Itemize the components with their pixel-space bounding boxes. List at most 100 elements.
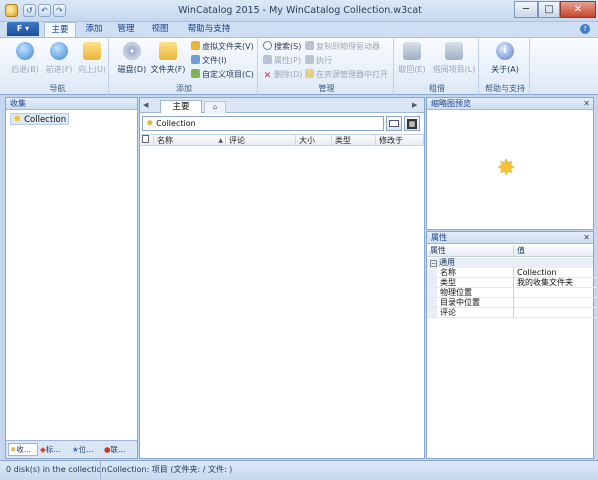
back-quick-icon[interactable]: ↶ xyxy=(38,4,51,17)
forward-button[interactable]: 前进(F) xyxy=(44,42,74,75)
tree-item-label: Collection xyxy=(24,115,67,125)
back-button[interactable]: 后退(B) xyxy=(10,42,40,75)
properties-pane-header: 属性 ✕ xyxy=(427,232,593,244)
search-button[interactable]: 搜索(S) xyxy=(263,41,301,53)
add-custom-item-button[interactable]: 自定义项目(C) xyxy=(191,69,254,81)
tab-main-view[interactable]: 主要 xyxy=(160,100,202,113)
sort-asc-icon: ▲ xyxy=(218,137,223,144)
column-size[interactable]: 大小 xyxy=(296,135,332,146)
nav-group-label: 导航 xyxy=(49,84,66,93)
execute-icon xyxy=(305,55,314,64)
view-mode-button[interactable] xyxy=(386,116,402,131)
about-button[interactable]: i 关于(A) xyxy=(486,42,524,75)
custom-item-icon xyxy=(191,69,200,78)
column-modified[interactable]: 修改于 xyxy=(376,135,424,146)
virtual-folder-label: 虚拟文件夹(V) xyxy=(202,42,254,51)
open-in-explorer-button[interactable]: 在资源管理器中打开 xyxy=(305,69,388,81)
file-icon xyxy=(191,55,200,64)
help-icon[interactable]: ? xyxy=(580,24,590,34)
file-label: 文件(I) xyxy=(202,56,227,65)
property-row[interactable]: 目录中位置 xyxy=(427,298,597,308)
property-row[interactable]: 评论 xyxy=(427,308,597,318)
property-name: 名称 xyxy=(440,268,456,277)
tab-contacts[interactable]: ●联... xyxy=(104,444,136,456)
undo-icon[interactable]: ↺ xyxy=(23,4,36,17)
new-tab-button[interactable]: ⌂ xyxy=(204,101,226,113)
column-type[interactable]: 类型 xyxy=(332,135,376,146)
add-file-button[interactable]: 文件(I) xyxy=(191,55,227,67)
delete-icon: ✕ xyxy=(263,71,272,81)
disk-icon xyxy=(123,42,141,60)
lend-item-label: 借阅项目(L) xyxy=(432,65,476,74)
properties-button[interactable]: 属性(P) xyxy=(263,55,301,67)
column-header: 名称 ▲ 评论 大小 类型 修改于 xyxy=(140,134,424,146)
open-in-explorer-label: 在资源管理器中打开 xyxy=(316,70,388,79)
thumbnail-toggle-button[interactable]: ▦ xyxy=(404,116,420,131)
property-value: Collection xyxy=(513,268,557,278)
property-name: 物理位置 xyxy=(440,288,472,297)
status-bar: 0 disk(s) in the collection Collection: … xyxy=(0,460,598,480)
tab-tags[interactable]: ◆标... xyxy=(40,444,70,456)
column-comment[interactable]: 评论 xyxy=(226,135,296,146)
property-value xyxy=(513,288,517,298)
properties-label: 属性(P) xyxy=(274,56,302,65)
column-name[interactable]: 名称 ▲ xyxy=(154,135,226,146)
close-button[interactable]: ✕ xyxy=(560,1,596,18)
thumbnail-pane-header: 缩略图预览 ✕ xyxy=(427,98,593,110)
forward-quick-icon[interactable]: ↷ xyxy=(53,4,66,17)
add-virtual-folder-button[interactable]: 虚拟文件夹(V) xyxy=(191,41,254,53)
take-back-icon xyxy=(403,42,421,60)
minimize-button[interactable]: ─ xyxy=(514,1,538,18)
properties-section[interactable]: − 通用 xyxy=(427,258,593,268)
delete-label: 删除(D) xyxy=(274,70,303,79)
tab-manage[interactable]: 管理 xyxy=(112,22,140,37)
property-name: 类型 xyxy=(440,278,456,287)
collection-star-icon: ✸ xyxy=(497,156,516,181)
add-group-label: 添加 xyxy=(176,84,192,93)
properties-close-icon[interactable]: ✕ xyxy=(583,232,590,244)
status-collection-info: Collection: 项目 (文件夹: / 文件: ) xyxy=(100,461,232,479)
column-icon[interactable] xyxy=(140,135,154,146)
tab-main[interactable]: 主要 xyxy=(44,22,76,38)
tab-collection[interactable]: ✸收... xyxy=(8,443,38,456)
property-row[interactable]: 物理位置 xyxy=(427,288,597,298)
tab-scroll-right-icon[interactable]: ▶ xyxy=(412,101,417,109)
tab-add[interactable]: 添加 xyxy=(80,22,108,37)
search-icon xyxy=(263,41,272,50)
lend-item-button[interactable]: 借阅项目(L) xyxy=(431,42,477,75)
file-menu-label: F xyxy=(16,24,23,33)
copy-to-drive-button[interactable]: 复制到物理驱动器 xyxy=(305,41,380,53)
tree-item-collection[interactable]: ✸ Collection xyxy=(10,113,70,125)
execute-label: 执行 xyxy=(316,56,332,65)
property-name: 目录中位置 xyxy=(440,298,480,307)
app-icon[interactable] xyxy=(5,4,18,17)
up-button[interactable]: 向上(U) xyxy=(77,42,107,75)
thumbnail-icon: ▦ xyxy=(407,119,417,129)
tab-locations[interactable]: ★位... xyxy=(72,444,102,456)
add-folder-button[interactable]: 文件夹(F) xyxy=(150,42,186,75)
tab-help[interactable]: 帮助与支持 xyxy=(180,22,238,37)
value-column-header: 值 xyxy=(513,245,525,257)
tab-scroll-left-icon[interactable]: ◀ xyxy=(143,101,148,109)
properties-pane: 属性 ✕ 属性 值 − 通用 名称 Collection 类型 我的收集文件夹 物理位置… xyxy=(426,231,597,459)
add-disk-button[interactable]: 磁盘(D) xyxy=(116,42,148,75)
left-bottom-tabbar: ✸收... ◆标... ★位... ●联... xyxy=(6,440,137,458)
take-back-button[interactable]: 取回(E) xyxy=(397,42,427,75)
maximize-button[interactable]: □ xyxy=(538,1,560,18)
property-row[interactable]: 名称 Collection xyxy=(427,268,597,278)
delete-button[interactable]: ✕ 删除(D) xyxy=(263,69,303,81)
path-text: Collection xyxy=(156,119,196,128)
property-row[interactable]: 类型 我的收集文件夹 xyxy=(427,278,597,288)
lend-icon xyxy=(445,42,463,60)
file-menu-button[interactable]: F ▾ xyxy=(7,22,39,36)
path-bar[interactable]: ✸ Collection xyxy=(142,116,384,131)
tab-contacts-label: 联... xyxy=(110,445,126,454)
thumbnail-close-icon[interactable]: ✕ xyxy=(583,98,590,110)
path-star-icon: ✸ xyxy=(146,119,154,129)
window-title: WinCatalog 2015 - My WinCatalog Collecti… xyxy=(178,5,422,16)
execute-button[interactable]: 执行 xyxy=(305,55,332,67)
collapse-icon[interactable]: − xyxy=(430,260,437,267)
tab-view[interactable]: 视图 xyxy=(146,22,174,37)
lend-group-label: 租借 xyxy=(429,84,445,93)
manage-group-label: 管理 xyxy=(318,84,335,93)
